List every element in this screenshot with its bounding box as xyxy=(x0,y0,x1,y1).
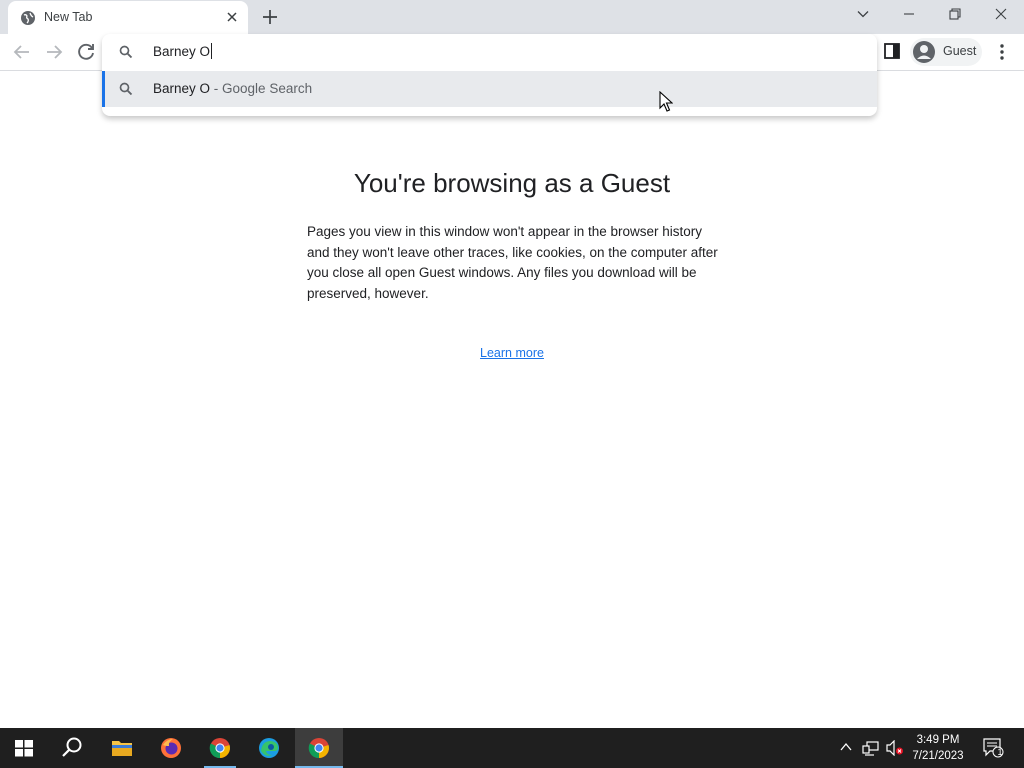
notification-count: 1 xyxy=(997,747,1003,757)
new-tab-plus-icon[interactable] xyxy=(260,7,280,27)
learn-more-link[interactable]: Learn more xyxy=(0,346,1024,360)
guest-description: Pages you view in this window won't appe… xyxy=(307,224,718,301)
suggestion-text: Barney O - Google Search xyxy=(153,81,312,96)
close-icon xyxy=(995,8,1007,20)
tab-title: New Tab xyxy=(44,10,93,24)
avatar-icon xyxy=(913,41,935,63)
close-tab-icon[interactable] xyxy=(224,9,240,25)
clock-time: 3:49 PM xyxy=(916,734,960,746)
chrome-icon xyxy=(209,738,230,759)
profile-button[interactable]: Guest xyxy=(910,38,982,66)
edge-taskbar-item[interactable] xyxy=(245,728,293,768)
chrome-active-taskbar-item[interactable] xyxy=(295,728,343,768)
side-panel-icon[interactable] xyxy=(883,42,901,60)
kebab-menu-icon[interactable] xyxy=(994,42,1010,62)
address-input-value: Barney O xyxy=(153,44,211,59)
title-bar: New Tab xyxy=(0,0,1024,34)
chrome-icon xyxy=(308,738,329,759)
close-window-button[interactable] xyxy=(978,0,1024,30)
minimize-icon xyxy=(904,13,914,15)
search-icon xyxy=(119,82,133,96)
globe-icon xyxy=(21,11,35,25)
edge-icon xyxy=(259,738,279,758)
tab-new-tab[interactable]: New Tab xyxy=(8,1,248,34)
forward-arrow-icon[interactable] xyxy=(42,40,66,64)
chevron-up-icon[interactable] xyxy=(839,740,853,754)
back-arrow-icon[interactable] xyxy=(10,40,34,64)
omnibox-suggestion[interactable]: Barney O - Google Search xyxy=(102,71,877,107)
profile-label: Guest xyxy=(943,44,977,58)
restore-icon xyxy=(949,8,961,20)
file-explorer-taskbar-item[interactable] xyxy=(98,728,146,768)
clock-date: 7/21/2023 xyxy=(912,750,964,762)
taskbar: 3:49 PM 7/21/2023 1 xyxy=(0,728,1024,768)
suggestion-separator: - xyxy=(210,81,223,96)
omnibox-dropdown: Barney O Barney O - Google Search xyxy=(102,34,877,116)
mouse-cursor-icon xyxy=(659,91,673,112)
reload-icon[interactable] xyxy=(74,40,98,64)
search-icon xyxy=(62,737,82,757)
search-icon xyxy=(119,45,133,59)
address-input[interactable]: Barney O xyxy=(153,43,213,59)
learn-more-label[interactable]: Learn more xyxy=(480,346,544,360)
minimize-button[interactable] xyxy=(886,0,932,30)
selection-indicator xyxy=(102,71,105,107)
windows-logo-icon xyxy=(15,740,33,757)
system-clock[interactable]: 3:49 PM 7/21/2023 xyxy=(906,732,970,764)
firefox-icon xyxy=(161,738,181,758)
start-button[interactable] xyxy=(0,728,48,768)
text-caret xyxy=(211,43,213,59)
volume-muted-icon[interactable] xyxy=(886,740,904,756)
restore-button[interactable] xyxy=(932,0,978,30)
chevron-down-icon xyxy=(857,11,869,18)
folder-icon xyxy=(112,741,132,756)
suggestion-query: Barney O xyxy=(153,81,211,96)
chrome-taskbar-item[interactable] xyxy=(196,728,244,768)
page-title: You're browsing as a Guest xyxy=(353,168,671,198)
suggestion-source: Google Search xyxy=(222,81,313,96)
tab-search-button[interactable] xyxy=(840,0,886,30)
taskbar-search-button[interactable] xyxy=(48,728,96,768)
address-bar[interactable]: Barney O xyxy=(102,34,877,70)
guest-new-tab-page: You're browsing as a Guest Pages you vie… xyxy=(0,72,1024,728)
firefox-taskbar-item[interactable] xyxy=(147,728,195,768)
network-icon[interactable] xyxy=(862,740,880,756)
